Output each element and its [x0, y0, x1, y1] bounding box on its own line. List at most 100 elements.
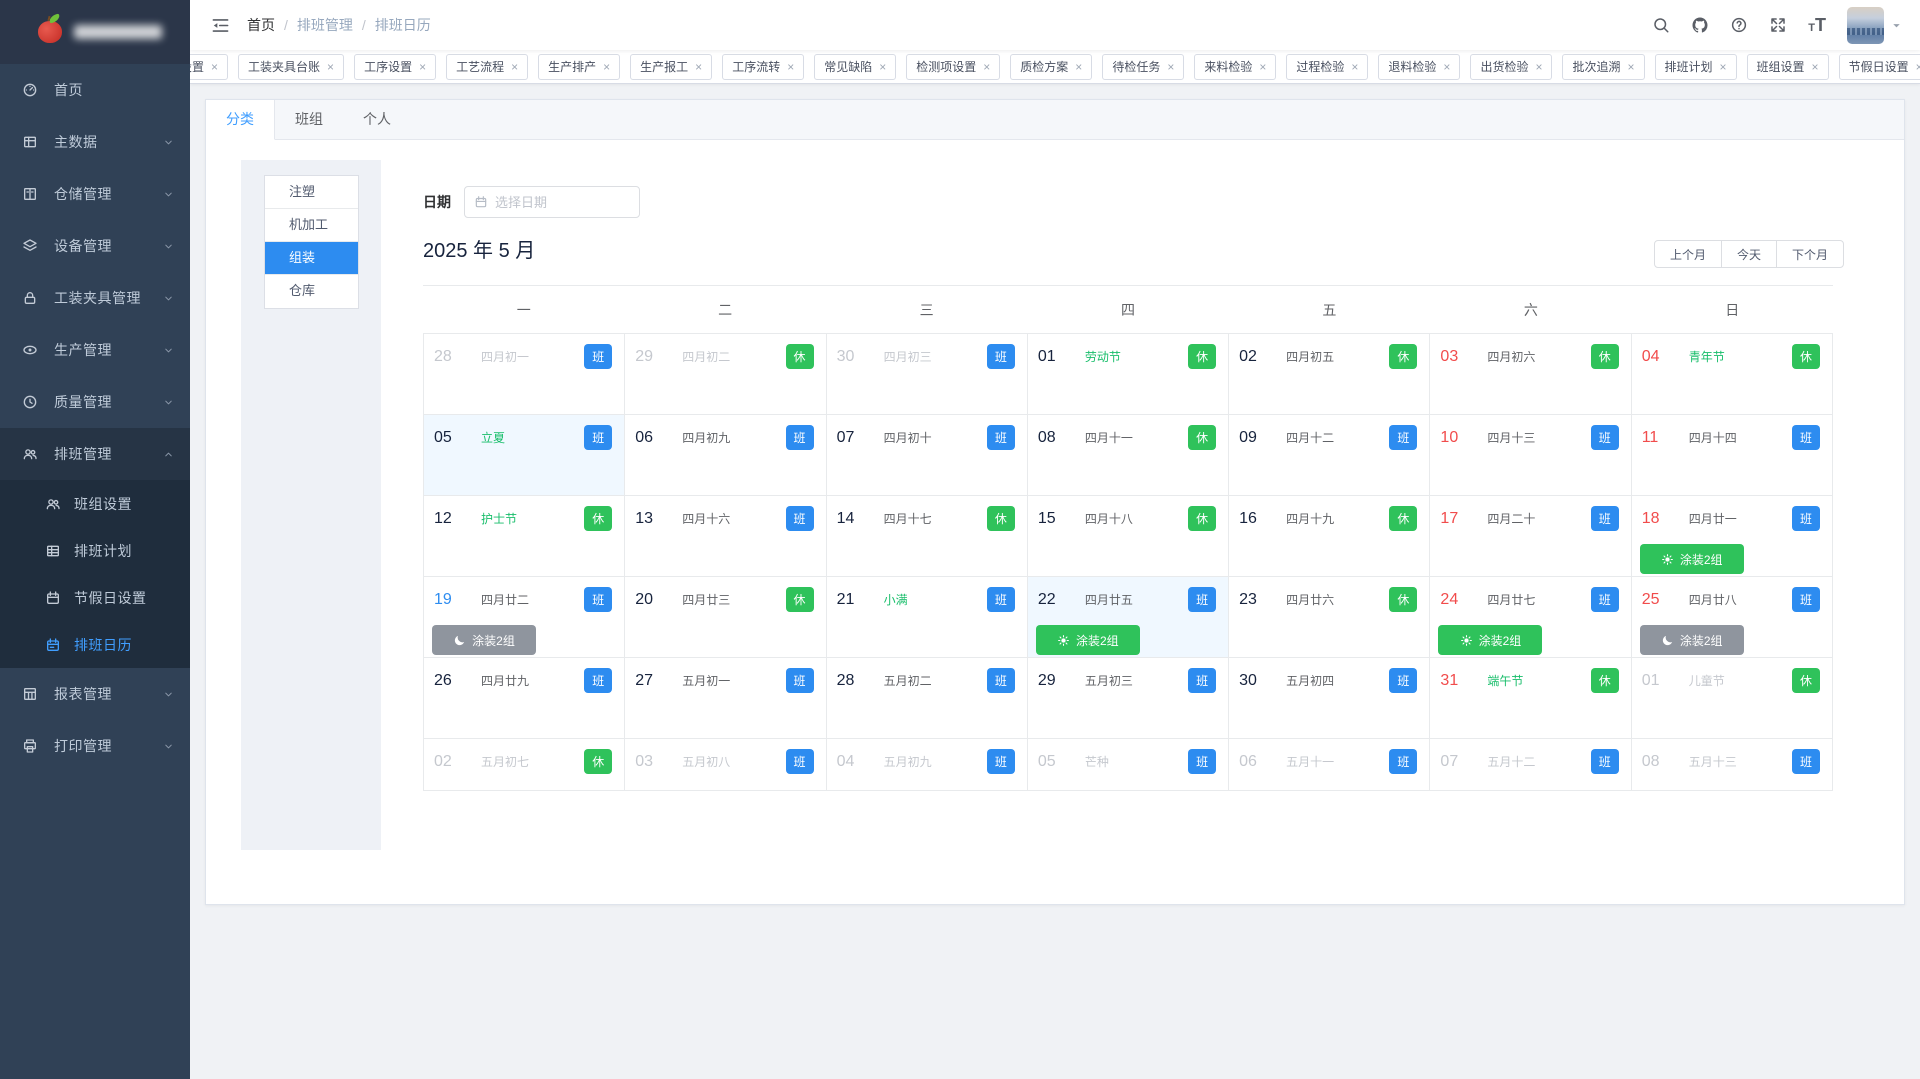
github-icon[interactable] — [1691, 16, 1709, 34]
menu-fold-icon[interactable] — [198, 16, 243, 35]
tag-生产报工[interactable]: 生产报工× — [630, 54, 712, 80]
calendar-cell-30[interactable]: 30四月初三班 — [827, 334, 1028, 415]
tag-型设置[interactable]: 型设置× — [190, 54, 228, 80]
breadcrumb-home[interactable]: 首页 — [247, 15, 275, 35]
close-icon[interactable]: × — [1535, 61, 1542, 73]
tab-team[interactable]: 班组 — [275, 100, 343, 139]
sidebar-item-schedule-plan[interactable]: 排班计划 — [0, 527, 190, 574]
shift-button-day[interactable]: 涂装2组 — [1438, 625, 1542, 655]
calendar-cell-29[interactable]: 29五月初三班 — [1028, 658, 1229, 739]
tag-班组设置[interactable]: 班组设置× — [1747, 54, 1829, 80]
close-icon[interactable]: × — [1627, 61, 1634, 73]
close-icon[interactable]: × — [1443, 61, 1450, 73]
sidebar-item-schedule-calendar[interactable]: 排班日历 — [0, 621, 190, 668]
tag-过程检验[interactable]: 过程检验× — [1286, 54, 1368, 80]
shift-button-day[interactable]: 涂装2组 — [1036, 625, 1140, 655]
tag-待检任务[interactable]: 待检任务× — [1102, 54, 1184, 80]
today-button[interactable]: 今天 — [1721, 240, 1777, 268]
calendar-cell-03[interactable]: 03五月初八班 — [625, 739, 826, 791]
calendar-cell-08[interactable]: 08四月十一休 — [1028, 415, 1229, 496]
shift-button-night[interactable]: 涂装2组 — [1640, 625, 1744, 655]
close-icon[interactable]: × — [1167, 61, 1174, 73]
close-icon[interactable]: × — [419, 61, 426, 73]
close-icon[interactable]: × — [1075, 61, 1082, 73]
calendar-cell-31[interactable]: 31端午节休 — [1430, 658, 1631, 739]
font-size-icon[interactable]: TT — [1808, 16, 1826, 34]
calendar-cell-17[interactable]: 17四月二十班 — [1430, 496, 1631, 577]
sidebar-item-scheduling-mgmt[interactable]: 排班管理 — [0, 428, 190, 480]
tab-category[interactable]: 分类 — [206, 100, 275, 140]
tag-常见缺陷[interactable]: 常见缺陷× — [814, 54, 896, 80]
sidebar-item-quality-mgmt[interactable]: 质量管理 — [0, 376, 190, 428]
tag-工序设置[interactable]: 工序设置× — [354, 54, 436, 80]
calendar-cell-20[interactable]: 20四月廿三休 — [625, 577, 826, 658]
date-input[interactable] — [495, 195, 630, 210]
calendar-cell-07[interactable]: 07五月十二班 — [1430, 739, 1631, 791]
calendar-cell-28[interactable]: 28五月初二班 — [827, 658, 1028, 739]
tab-personal[interactable]: 个人 — [343, 100, 411, 139]
tag-检测项设置[interactable]: 检测项设置× — [906, 54, 1000, 80]
category-item-warehouse[interactable]: 仓库 — [265, 275, 358, 308]
calendar-cell-23[interactable]: 23四月廿六休 — [1229, 577, 1430, 658]
calendar-cell-08[interactable]: 08五月十三班 — [1632, 739, 1833, 791]
calendar-cell-24[interactable]: 24四月廿七班涂装2组 — [1430, 577, 1631, 658]
close-icon[interactable]: × — [511, 61, 518, 73]
tag-来料检验[interactable]: 来料检验× — [1194, 54, 1276, 80]
sidebar-item-master-data[interactable]: 主数据 — [0, 116, 190, 168]
calendar-cell-05[interactable]: 05立夏班 — [424, 415, 625, 496]
sidebar-item-equipment-mgmt[interactable]: 设备管理 — [0, 220, 190, 272]
sidebar-item-holiday-setup[interactable]: 节假日设置 — [0, 574, 190, 621]
sidebar-item-report-mgmt[interactable]: 报表管理 — [0, 668, 190, 720]
category-item-machining[interactable]: 机加工 — [265, 209, 358, 242]
close-icon[interactable]: × — [1812, 61, 1819, 73]
calendar-cell-27[interactable]: 27五月初一班 — [625, 658, 826, 739]
tag-工序流转[interactable]: 工序流转× — [722, 54, 804, 80]
tag-生产排产[interactable]: 生产排产× — [538, 54, 620, 80]
calendar-cell-30[interactable]: 30五月初四班 — [1229, 658, 1430, 739]
sidebar-item-team-setup[interactable]: 班组设置 — [0, 480, 190, 527]
close-icon[interactable]: × — [1351, 61, 1358, 73]
tag-工装夹具台账[interactable]: 工装夹具台账× — [238, 54, 344, 80]
calendar-cell-29[interactable]: 29四月初二休 — [625, 334, 826, 415]
calendar-cell-26[interactable]: 26四月廿九班 — [424, 658, 625, 739]
close-icon[interactable]: × — [211, 61, 218, 73]
sidebar-item-warehouse-mgmt[interactable]: 仓储管理 — [0, 168, 190, 220]
sidebar-item-home[interactable]: 首页 — [0, 64, 190, 116]
breadcrumb-scheduling[interactable]: 排班管理 — [297, 15, 353, 35]
calendar-cell-05[interactable]: 05芒种班 — [1028, 739, 1229, 791]
tag-排班计划[interactable]: 排班计划× — [1655, 54, 1737, 80]
calendar-cell-07[interactable]: 07四月初十班 — [827, 415, 1028, 496]
fullscreen-icon[interactable] — [1769, 16, 1787, 34]
close-icon[interactable]: × — [1259, 61, 1266, 73]
calendar-cell-19[interactable]: 19四月廿二班涂装2组 — [424, 577, 625, 658]
avatar[interactable] — [1847, 7, 1884, 44]
calendar-cell-10[interactable]: 10四月十三班 — [1430, 415, 1631, 496]
help-icon[interactable] — [1730, 16, 1748, 34]
category-item-injection[interactable]: 注塑 — [265, 176, 358, 209]
close-icon[interactable]: × — [983, 61, 990, 73]
tag-质检方案[interactable]: 质检方案× — [1010, 54, 1092, 80]
close-icon[interactable]: × — [603, 61, 610, 73]
close-icon[interactable]: × — [879, 61, 886, 73]
calendar-cell-14[interactable]: 14四月十七休 — [827, 496, 1028, 577]
calendar-cell-03[interactable]: 03四月初六休 — [1430, 334, 1631, 415]
calendar-cell-25[interactable]: 25四月廿八班涂装2组 — [1632, 577, 1833, 658]
tag-出货检验[interactable]: 出货检验× — [1470, 54, 1552, 80]
calendar-cell-15[interactable]: 15四月十八休 — [1028, 496, 1229, 577]
calendar-cell-06[interactable]: 06五月十一班 — [1229, 739, 1430, 791]
sidebar-item-fixture-mgmt[interactable]: 工装夹具管理 — [0, 272, 190, 324]
calendar-cell-02[interactable]: 02五月初七休 — [424, 739, 625, 791]
next-month-button[interactable]: 下个月 — [1776, 240, 1844, 268]
calendar-cell-12[interactable]: 12护士节休 — [424, 496, 625, 577]
calendar-cell-22[interactable]: 22四月廿五班涂装2组 — [1028, 577, 1229, 658]
calendar-cell-06[interactable]: 06四月初九班 — [625, 415, 826, 496]
category-item-assembly[interactable]: 组装 — [265, 242, 358, 275]
search-icon[interactable] — [1652, 16, 1670, 34]
shift-button-day[interactable]: 涂装2组 — [1640, 544, 1744, 574]
date-picker[interactable] — [464, 186, 640, 218]
calendar-cell-09[interactable]: 09四月十二班 — [1229, 415, 1430, 496]
calendar-cell-01[interactable]: 01劳动节休 — [1028, 334, 1229, 415]
calendar-cell-18[interactable]: 18四月廿一班涂装2组 — [1632, 496, 1833, 577]
tag-节假日设置[interactable]: 节假日设置× — [1839, 54, 1920, 80]
calendar-cell-11[interactable]: 11四月十四班 — [1632, 415, 1833, 496]
